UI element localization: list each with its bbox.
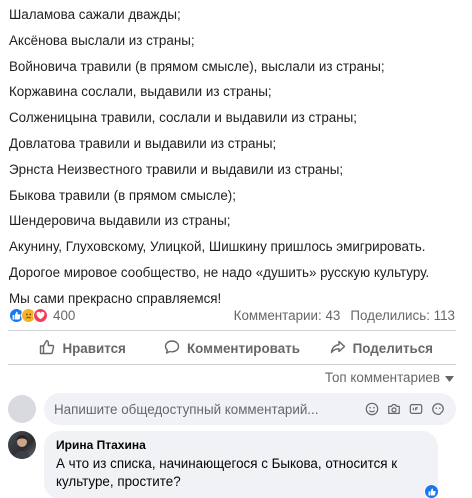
comment-icon	[164, 339, 180, 358]
post-line: Быкова травили (в прямом смысле);	[9, 187, 236, 203]
post-line: Солженицына травили, сослали и выдавили …	[9, 110, 357, 126]
post-line: Довлатова травили и выдавили из страны;	[9, 135, 277, 151]
post-actions: Нравится Комментировать Поделиться	[8, 334, 456, 362]
caret-down-icon	[445, 370, 454, 385]
avatar[interactable]	[8, 395, 36, 423]
shares-count-link[interactable]: Поделились: 113	[350, 308, 455, 323]
comments-sort-dropdown[interactable]: Топ комментариев	[325, 370, 454, 385]
comment-bubble: Ирина Птахина А что из списка, начинающе…	[44, 431, 438, 498]
comment-label: Комментировать	[187, 340, 300, 356]
comment-composer	[8, 393, 456, 425]
divider	[8, 364, 456, 365]
post-line: Дорогое мировое сообщество, не надо «душ…	[9, 264, 430, 280]
post-line: Аксёнова выслали из страны;	[9, 32, 195, 48]
share-icon	[330, 339, 346, 358]
avatar[interactable]	[8, 431, 36, 459]
like-reaction-icon[interactable]	[424, 484, 439, 498]
emoji-icon[interactable]	[364, 401, 380, 417]
love-reaction-icon	[33, 307, 48, 323]
comment-box[interactable]	[44, 393, 456, 425]
post-line: Войновича травили (в прямом смысле), выс…	[9, 58, 385, 74]
reactions-summary[interactable]: 400	[9, 307, 76, 323]
thumbs-up-icon	[39, 339, 55, 358]
sticker-icon[interactable]	[430, 401, 446, 417]
divider	[8, 330, 456, 331]
like-button[interactable]: Нравится	[8, 334, 157, 362]
reaction-count: 400	[53, 307, 76, 323]
post-line: Эрнста Неизвестного травили и выдавили и…	[9, 161, 344, 177]
comment-input[interactable]	[54, 401, 364, 417]
post-line: Шаламова сажали дважды;	[9, 7, 181, 22]
post-text: Шаламова сажали дважды; Аксёнова выслали…	[9, 2, 464, 312]
share-label: Поделиться	[352, 340, 433, 356]
share-button[interactable]: Поделиться	[307, 334, 456, 362]
comment-button[interactable]: Комментировать	[157, 334, 306, 362]
comments-sort-label: Топ комментариев	[324, 370, 440, 385]
camera-icon[interactable]	[386, 401, 402, 417]
post-line: Коржавина сослали, выдавили из страны;	[9, 84, 272, 100]
post-line: Шендеровича выдавили из страны;	[9, 213, 231, 229]
comment-text: А что из списка, начинающегося с Быкова,…	[56, 456, 398, 489]
gif-icon[interactable]	[408, 401, 424, 417]
comment-author[interactable]: Ирина Птахина	[56, 437, 426, 453]
post-stats: 400 Комментарии: 43 Поделились: 113	[9, 304, 455, 326]
post-line: Акунину, Глуховскому, Улицкой, Шишкину п…	[9, 239, 426, 255]
like-label: Нравится	[62, 340, 126, 356]
comments-count-link[interactable]: Комментарии: 43	[234, 308, 341, 323]
